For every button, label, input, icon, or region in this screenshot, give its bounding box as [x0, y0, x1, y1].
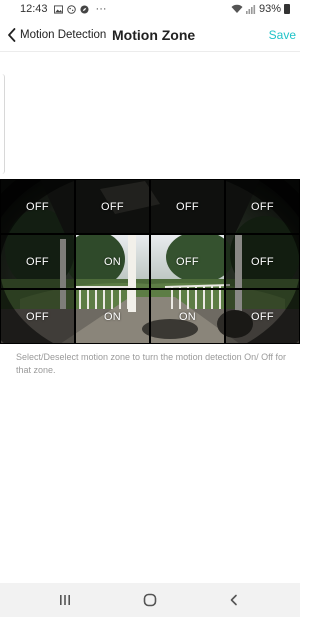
wifi-icon — [231, 4, 243, 13]
recent-apps-button[interactable] — [55, 591, 75, 609]
cookie-icon — [66, 4, 76, 14]
motion-zone-8[interactable]: OFF — [225, 234, 300, 289]
motion-zone-7[interactable]: OFF — [150, 234, 225, 289]
motion-zone-6[interactable]: ON — [75, 234, 150, 289]
battery-percent: 93% — [258, 3, 281, 15]
page-title: Motion Zone — [112, 27, 196, 43]
status-time: 12:43 — [20, 3, 48, 15]
motion-zone-9[interactable]: OFF — [0, 289, 75, 344]
motion-zone-11[interactable]: ON — [150, 289, 225, 344]
motion-zone-grid: OFF OFF OFF OFF OFF ON OFF OFF OFF ON ON… — [0, 179, 300, 344]
camera-view: OFF OFF OFF OFF OFF ON OFF OFF OFF ON ON… — [0, 179, 300, 344]
status-right: 93% — [231, 3, 290, 15]
back-icon — [230, 594, 237, 606]
chevron-left-icon — [8, 28, 16, 42]
signal-icon — [245, 5, 256, 14]
side-tab — [0, 74, 5, 174]
header: Motion Detection Motion Zone Save — [0, 22, 300, 50]
home-button[interactable] — [140, 591, 160, 609]
recent-apps-icon — [60, 595, 70, 605]
motion-zone-1[interactable]: OFF — [0, 179, 75, 234]
motion-zone-4[interactable]: OFF — [225, 179, 300, 234]
header-divider — [0, 51, 300, 52]
more-dots-icon: ··· — [95, 3, 107, 15]
home-icon — [143, 593, 157, 607]
image-icon — [53, 4, 63, 14]
status-bar: 12:43 ··· 93% — [0, 0, 300, 20]
instruction-text: Select/Deselect motion zone to turn the … — [16, 352, 286, 375]
motion-zone-5[interactable]: OFF — [0, 234, 75, 289]
save-button[interactable]: Save — [269, 28, 296, 42]
motion-zone-3[interactable]: OFF — [150, 179, 225, 234]
back-button[interactable]: Motion Detection — [6, 27, 106, 43]
battery-icon — [284, 4, 290, 14]
compass-icon — [79, 4, 89, 14]
nav-back-button[interactable] — [224, 591, 244, 609]
status-left: 12:43 ··· — [20, 3, 107, 15]
motion-zone-10[interactable]: ON — [75, 289, 150, 344]
motion-zone-2[interactable]: OFF — [75, 179, 150, 234]
navigation-bar — [0, 583, 300, 617]
back-label: Motion Detection — [20, 29, 107, 41]
motion-zone-12[interactable]: OFF — [225, 289, 300, 344]
